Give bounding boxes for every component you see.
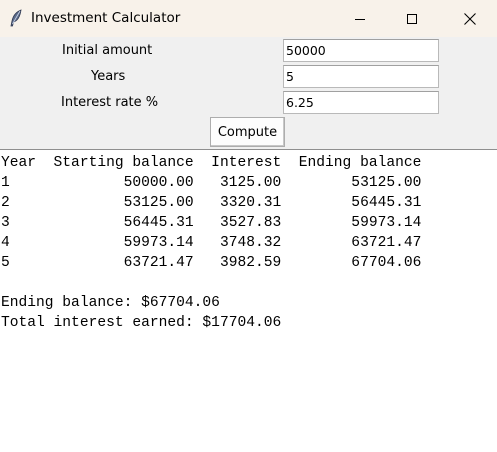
results-text-area[interactable]: Year Starting balance Interest Ending ba… (0, 149, 497, 452)
close-icon (464, 12, 476, 25)
title-bar: Investment Calculator (0, 0, 497, 37)
table-row: 3 56445.31 3527.83 59973.14 (1, 215, 422, 231)
compute-button[interactable]: Compute (210, 117, 285, 147)
total-interest-line: Total interest earned: $17704.06 (1, 315, 282, 331)
maximize-icon (407, 13, 417, 24)
table-row: 4 59973.14 3748.32 63721.47 (1, 235, 422, 251)
table-row: 1 50000.00 3125.00 53125.00 (1, 175, 422, 191)
results-header: Year Starting balance Interest Ending ba… (1, 155, 422, 171)
initial-amount-label: Initial amount (62, 43, 153, 58)
years-label: Years (91, 69, 126, 84)
initial-amount-input[interactable] (283, 39, 439, 62)
interest-rate-input[interactable] (283, 91, 439, 114)
results-output: Year Starting balance Interest Ending ba… (1, 153, 421, 333)
results-rows: 1 50000.00 3125.00 53125.00 2 53125.00 3… (1, 175, 421, 271)
close-button[interactable] (447, 0, 493, 37)
window-title: Investment Calculator (31, 10, 181, 26)
minimize-button[interactable] (337, 0, 383, 37)
feather-icon (10, 9, 22, 27)
maximize-button[interactable] (389, 0, 435, 37)
interest-rate-label: Interest rate % (61, 95, 159, 110)
minimize-icon (355, 18, 365, 20)
input-form: Initial amount Years Interest rate % Com… (0, 37, 497, 149)
years-input[interactable] (283, 65, 439, 88)
table-row: 5 63721.47 3982.59 67704.06 (1, 255, 422, 271)
table-row: 2 53125.00 3320.31 56445.31 (1, 195, 422, 211)
ending-balance-line: Ending balance: $67704.06 (1, 295, 220, 311)
